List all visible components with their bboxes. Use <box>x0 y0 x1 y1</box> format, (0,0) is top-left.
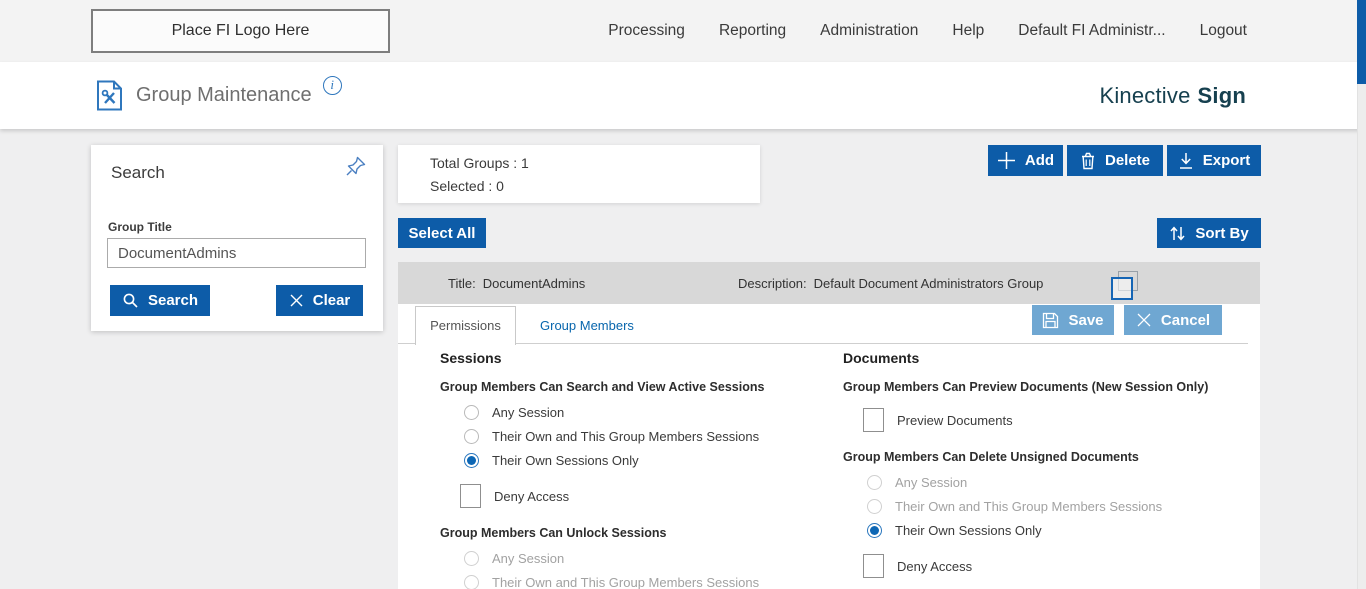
trash-icon <box>1080 152 1096 170</box>
group-detail-panel: Title:DocumentAdmins Description:Default… <box>398 262 1260 589</box>
pin-icon[interactable] <box>344 154 368 178</box>
radio-icon <box>867 499 882 514</box>
search-panel-title: Search <box>111 163 165 183</box>
download-icon <box>1178 152 1194 170</box>
documents-column: Documents Group Members Can Preview Docu… <box>843 350 1243 589</box>
save-icon <box>1042 312 1059 329</box>
page-title: Group Maintenance <box>136 84 312 107</box>
sessions-heading: Sessions <box>440 350 840 366</box>
nav-item-administration[interactable]: Administration <box>820 22 918 40</box>
groups-summary: Total Groups : 1 Selected : 0 <box>398 145 760 203</box>
perm-preview-title: Group Members Can Preview Documents (New… <box>843 380 1243 394</box>
nav-item-reporting[interactable]: Reporting <box>719 22 786 40</box>
preview-documents-checkbox-row[interactable]: Preview Documents <box>863 408 1243 432</box>
scrollbar-thumb[interactable] <box>1357 0 1366 84</box>
fi-logo-placeholder: Place FI Logo Here <box>91 9 390 53</box>
search-panel: Search Group Title Search Clear <box>91 145 383 331</box>
group-description-field: Description:Default Document Administrat… <box>738 276 1043 291</box>
search-button[interactable]: Search <box>110 285 210 316</box>
radio-option-own-only[interactable]: Their Own Sessions Only <box>464 448 840 472</box>
nav-item-current-user[interactable]: Default FI Administr... <box>1018 22 1165 40</box>
brand-logo: Kinective Sign <box>1099 62 1246 129</box>
top-nav-menu: Processing Reporting Administration Help… <box>608 0 1247 62</box>
group-tabbar: Permissions Group Members <box>398 304 1248 344</box>
info-icon[interactable]: i <box>323 76 342 95</box>
radio-icon <box>464 429 479 444</box>
tab-permissions[interactable]: Permissions <box>415 306 516 345</box>
tab-group-members[interactable]: Group Members <box>534 306 640 345</box>
x-icon <box>1136 312 1152 328</box>
perm-delete-unsigned-title: Group Members Can Delete Unsigned Docume… <box>843 450 1243 464</box>
group-title-label: Group Title <box>108 220 172 234</box>
documents-heading: Documents <box>843 350 1243 366</box>
radio-icon <box>464 405 479 420</box>
total-groups-row: Total Groups : 1 <box>430 155 760 171</box>
group-row-header[interactable]: Title:DocumentAdmins Description:Default… <box>398 262 1260 304</box>
group-actions: Add Delete Export <box>988 145 1261 176</box>
nav-item-help[interactable]: Help <box>952 22 984 40</box>
checkbox-icon[interactable] <box>863 408 884 432</box>
radio-icon <box>464 575 479 589</box>
sessions-column: Sessions Group Members Can Search and Vi… <box>440 350 840 589</box>
vertical-scrollbar[interactable] <box>1357 0 1366 589</box>
nav-item-logout[interactable]: Logout <box>1200 22 1247 40</box>
x-icon <box>289 293 304 308</box>
nav-item-processing[interactable]: Processing <box>608 22 685 40</box>
copy-group-icon[interactable] <box>1111 271 1139 300</box>
radio-option-any-session[interactable]: Any Session <box>867 470 1243 494</box>
top-nav-bar: Place FI Logo Here Processing Reporting … <box>0 0 1366 62</box>
radio-icon <box>464 453 479 468</box>
checkbox-icon[interactable] <box>863 554 884 578</box>
plus-icon <box>997 151 1016 170</box>
radio-option-own-and-group[interactable]: Their Own and This Group Members Session… <box>464 570 840 589</box>
export-button[interactable]: Export <box>1167 145 1261 176</box>
total-groups-value: 1 <box>521 155 529 171</box>
delete-button[interactable]: Delete <box>1067 145 1163 176</box>
save-button[interactable]: Save <box>1032 305 1114 335</box>
perm-unlock-title: Group Members Can Unlock Sessions <box>440 526 840 540</box>
page-header: Group Maintenance i Kinective Sign <box>0 62 1366 129</box>
radio-icon <box>867 523 882 538</box>
brand-name: Kinective <box>1099 83 1190 109</box>
group-title-field: Title:DocumentAdmins <box>448 276 585 291</box>
selected-groups-row: Selected : 0 <box>430 178 760 194</box>
sort-by-button[interactable]: Sort By <box>1157 218 1261 248</box>
sort-arrows-icon <box>1169 225 1186 242</box>
brand-product: Sign <box>1198 83 1246 109</box>
fi-logo-text: Place FI Logo Here <box>172 22 310 40</box>
group-title-value: DocumentAdmins <box>483 276 586 291</box>
radio-option-own-and-group[interactable]: Their Own and This Group Members Session… <box>464 424 840 448</box>
radio-option-any-session[interactable]: Any Session <box>464 546 840 570</box>
selected-groups-value: 0 <box>496 178 504 194</box>
select-all-button[interactable]: Select All <box>398 218 486 248</box>
group-description-value: Default Document Administrators Group <box>814 276 1044 291</box>
search-icon <box>122 292 139 309</box>
add-button[interactable]: Add <box>988 145 1063 176</box>
checkbox-icon[interactable] <box>460 484 481 508</box>
radio-icon <box>464 551 479 566</box>
radio-option-own-and-group[interactable]: Their Own and This Group Members Session… <box>867 494 1243 518</box>
cancel-button[interactable]: Cancel <box>1124 305 1222 335</box>
group-maintenance-icon <box>96 80 123 111</box>
deny-access-checkbox-row[interactable]: Deny Access <box>863 554 1243 578</box>
radio-icon <box>867 475 882 490</box>
radio-option-any-session[interactable]: Any Session <box>464 400 840 424</box>
group-title-input[interactable] <box>107 238 366 268</box>
perm-search-view-title: Group Members Can Search and View Active… <box>440 380 840 394</box>
deny-access-checkbox-row[interactable]: Deny Access <box>460 484 840 508</box>
radio-option-own-only[interactable]: Their Own Sessions Only <box>867 518 1243 542</box>
clear-button[interactable]: Clear <box>276 285 363 316</box>
